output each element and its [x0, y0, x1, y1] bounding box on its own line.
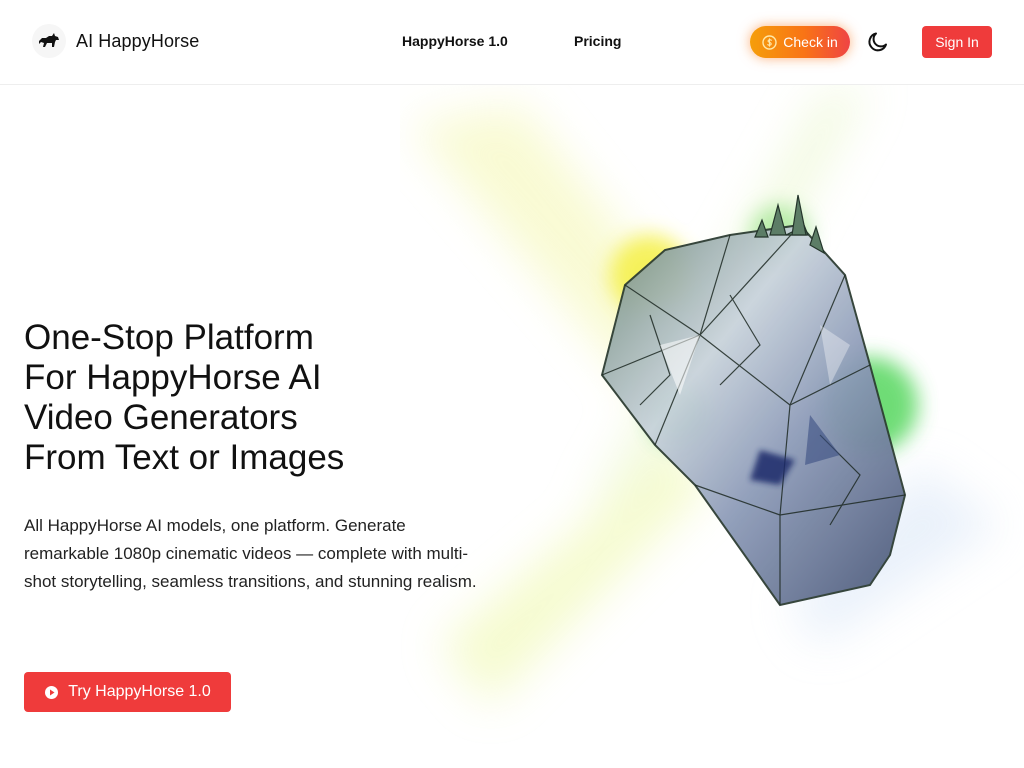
nav-pricing[interactable]: Pricing: [574, 33, 621, 49]
hero-title-line: Video Generators: [24, 398, 298, 437]
logo-link[interactable]: AI HappyHorse: [32, 24, 199, 58]
hero-title-line: For HappyHorse AI: [24, 358, 322, 397]
sign-in-button[interactable]: Sign In: [922, 26, 992, 58]
coin-icon: [762, 34, 777, 50]
hero-title: One-Stop Platform For HappyHorse AI Vide…: [24, 318, 444, 478]
try-happyhorse-button[interactable]: Try HappyHorse 1.0: [24, 672, 231, 712]
play-icon: [44, 685, 59, 700]
page: AI HappyHorse HappyHorse 1.0 Pricing Che…: [0, 0, 1024, 768]
theme-toggle-button[interactable]: [866, 30, 890, 54]
check-in-button[interactable]: Check in: [750, 26, 850, 58]
hero-crystal-image: [400, 85, 1024, 768]
hero-title-line: From Text or Images: [24, 438, 345, 477]
site-header: AI HappyHorse HappyHorse 1.0 Pricing Che…: [0, 0, 1024, 85]
nav-happyhorse-1-0[interactable]: HappyHorse 1.0: [402, 33, 508, 49]
try-happyhorse-label: Try HappyHorse 1.0: [68, 683, 211, 700]
hero-description: All HappyHorse AI models, one platform. …: [24, 516, 477, 591]
moon-icon: [866, 32, 890, 57]
check-in-label: Check in: [783, 34, 838, 50]
hero-title-line: One-Stop Platform: [24, 318, 314, 357]
brand-name: AI HappyHorse: [76, 30, 200, 51]
horse-icon: [32, 24, 66, 58]
